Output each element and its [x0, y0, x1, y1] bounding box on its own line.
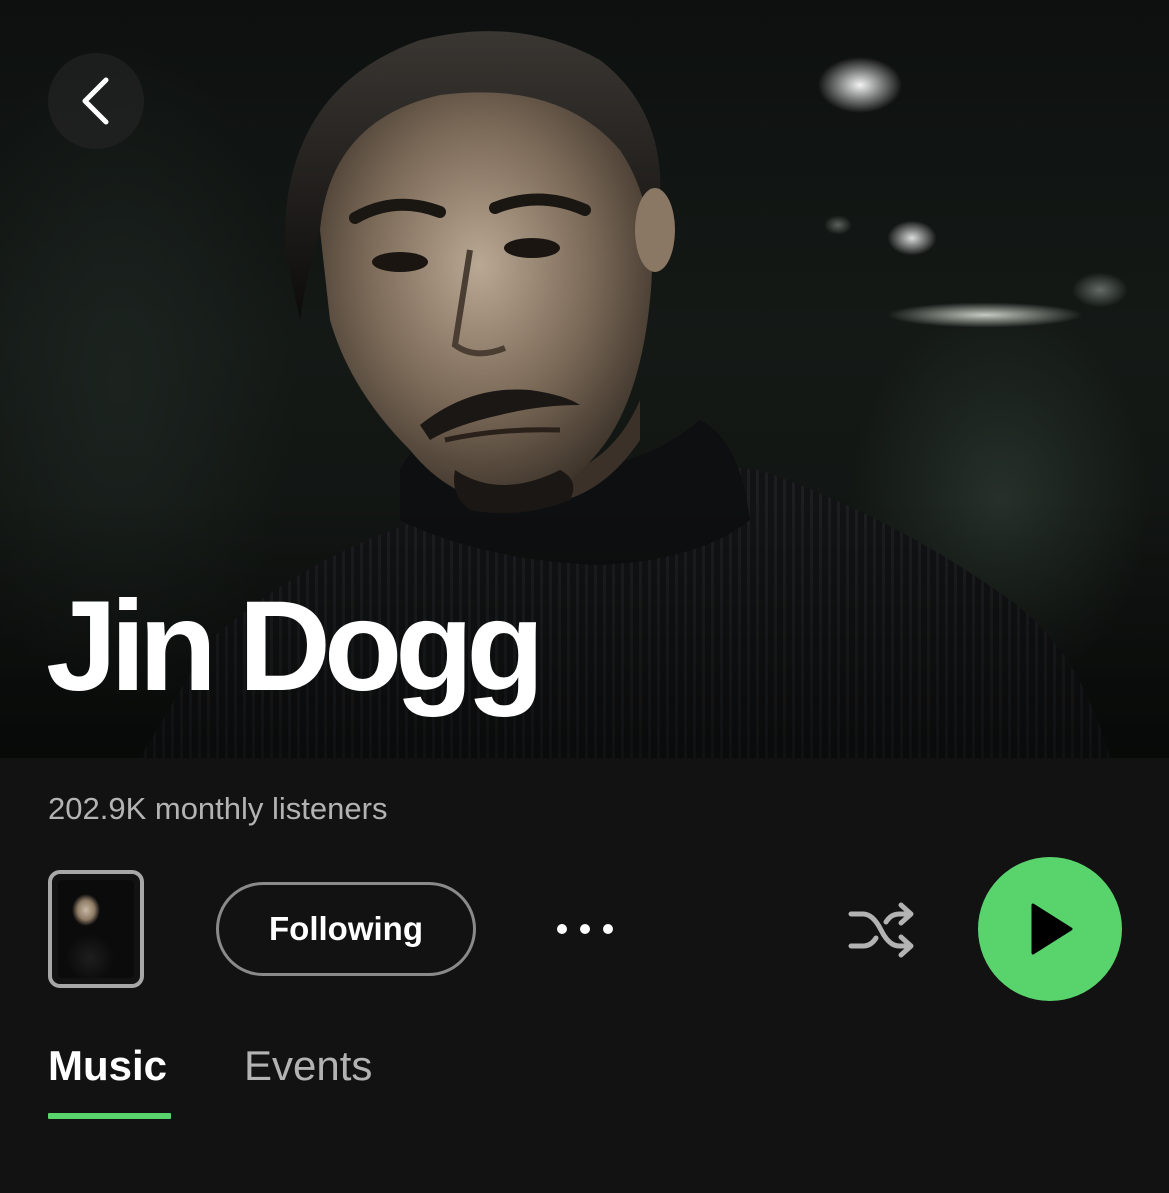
- artist-hero-image: Jin Dogg: [0, 0, 1169, 758]
- play-icon: [1031, 903, 1073, 955]
- more-horizontal-icon: [557, 924, 613, 934]
- play-button[interactable]: [978, 857, 1122, 1001]
- shuffle-button[interactable]: [840, 892, 924, 968]
- artist-pick-thumbnail[interactable]: [48, 870, 144, 988]
- tab-music[interactable]: Music: [48, 1040, 167, 1092]
- active-tab-indicator: [48, 1113, 171, 1119]
- back-button[interactable]: [48, 53, 144, 149]
- artist-name: Jin Dogg: [46, 575, 544, 718]
- tab-events[interactable]: Events: [244, 1040, 372, 1092]
- chevron-left-icon: [82, 77, 109, 125]
- following-button[interactable]: Following: [216, 882, 476, 976]
- shuffle-icon: [848, 902, 914, 958]
- thumbnail-image: [58, 880, 134, 978]
- monthly-listeners: 202.9K monthly listeners: [48, 791, 388, 826]
- more-options-button[interactable]: [548, 900, 622, 958]
